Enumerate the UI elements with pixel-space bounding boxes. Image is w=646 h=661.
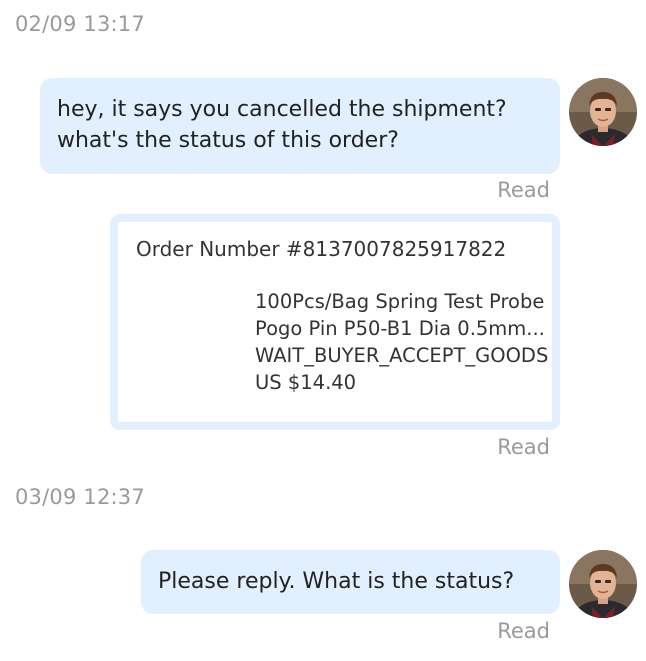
order-status: WAIT_BUYER_ACCEPT_GOODS [255,344,549,367]
message-timestamp: 02/09 13:17 [15,12,145,36]
read-receipt: Read [497,435,550,459]
product-title-line: Pogo Pin P50-B1 Dia 0.5mm... [255,317,545,340]
chat-thread: 02/09 13:17 hey, it says you cancelled t… [0,0,646,661]
avatar-photo-icon [569,78,637,146]
order-card[interactable]: Order Number #8137007825917822 100Pcs/Ba… [110,214,560,430]
read-receipt: Read [497,619,550,643]
product-thumbnail[interactable] [136,288,246,398]
message-text-line: what's the status of this order? [57,128,399,153]
message-bubble[interactable]: Please reply. What is the status? [141,550,560,614]
product-title-line: 100Pcs/Bag Spring Test Probe [255,290,545,313]
order-number: Order Number #8137007825917822 [136,237,507,261]
message-text-line: Please reply. What is the status? [158,569,515,594]
user-avatar[interactable] [569,78,637,146]
read-receipt: Read [497,178,550,202]
message-text-line: hey, it says you cancelled the shipment? [57,97,507,122]
user-avatar[interactable] [569,550,637,618]
order-details: 100Pcs/Bag Spring Test Probe Pogo Pin P5… [255,288,565,396]
order-price: US $14.40 [255,371,357,394]
message-bubble[interactable]: hey, it says you cancelled the shipment?… [40,78,560,174]
message-timestamp: 03/09 12:37 [15,485,145,509]
avatar-photo-icon [569,550,637,618]
